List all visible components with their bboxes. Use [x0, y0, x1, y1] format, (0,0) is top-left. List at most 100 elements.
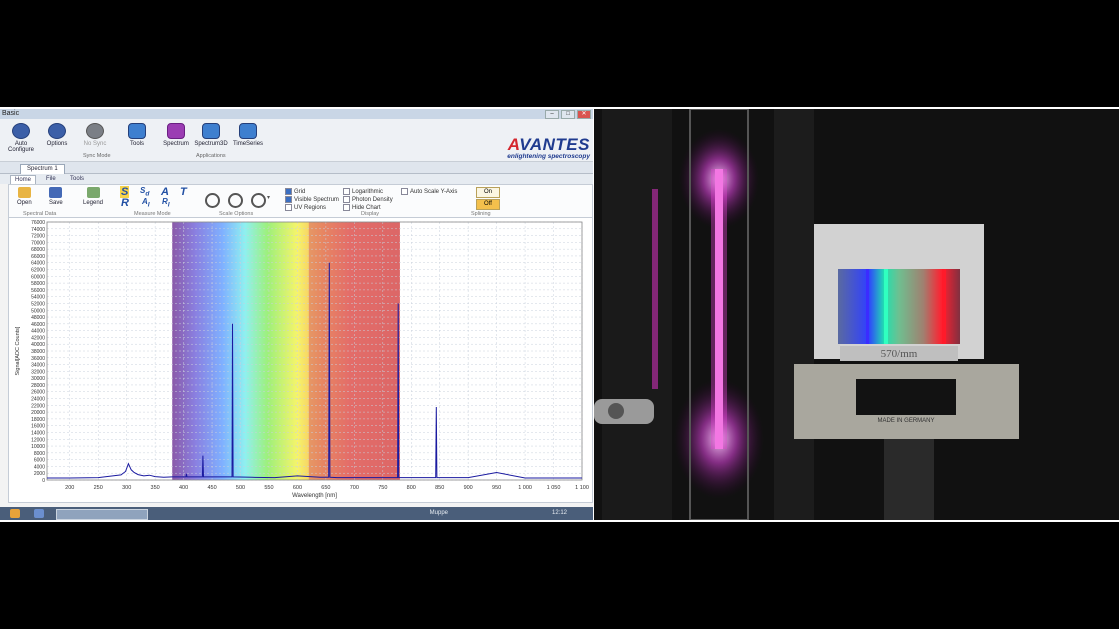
ribbon-tab-tools[interactable]: Tools — [66, 175, 88, 183]
y-tick-label: 44000 — [31, 329, 45, 335]
splining-on-button[interactable]: On — [476, 187, 500, 198]
save-button[interactable]: Save — [49, 187, 63, 206]
timeseries-icon — [239, 123, 257, 139]
y-tick-label: 20000 — [31, 410, 45, 416]
y-tick-label: 76000 — [31, 220, 45, 226]
chevron-down-icon[interactable]: ▾ — [267, 194, 270, 201]
avantes-logo: AVANTES enlightening spectroscopy — [490, 135, 590, 160]
x-tick-label: 950 — [492, 485, 501, 491]
red-line — [942, 269, 946, 344]
logarithmic-label: Logarithmic — [352, 189, 384, 196]
zoom-reset-icon[interactable] — [251, 193, 266, 208]
y-tick-label: 54000 — [31, 295, 45, 301]
spectrum-icon — [167, 123, 185, 139]
auto-scale-label: Auto Scale Y-Axis — [410, 189, 458, 196]
title-bar: Basic – □ ✕ — [0, 109, 593, 119]
x-tick-label: 250 — [94, 485, 103, 491]
ribbon-panel: Open Save Legend Spectral Data S Sd A T … — [8, 184, 593, 218]
tab-spectrum-1[interactable]: Spectrum 1 — [20, 164, 65, 174]
splining-off-button[interactable]: Off — [476, 199, 500, 210]
main-toolbar: Auto Configure Options No Sync Tools Spe… — [0, 119, 593, 162]
reflection-streak — [652, 189, 658, 389]
photon-density-checkbox[interactable]: Photon Density — [343, 196, 393, 203]
y-tick-label: 4000 — [34, 464, 45, 470]
auto-configure-button[interactable]: Auto Configure — [4, 123, 38, 153]
photon-density-label: Photon Density — [352, 197, 393, 204]
visible-spectrum-label: Visible Spectrum — [294, 197, 339, 204]
splining-toggle[interactable]: On Off — [476, 187, 500, 211]
y-tick-label: 22000 — [31, 403, 45, 409]
x-tick-label: 1 000 — [518, 485, 532, 491]
spectrum3d-button[interactable]: Spectrum3D — [194, 123, 228, 147]
y-tick-label: 12000 — [31, 437, 45, 443]
spectrum-chart[interactable]: 0 2000 4000 6000 8000 10000 12000 14000 16000 180… — [8, 217, 593, 503]
save-icon — [49, 187, 63, 198]
ribbon-tab-file[interactable]: File — [42, 175, 60, 183]
grating-stand — [884, 439, 934, 520]
spectrum-chart-svg: 0200040006000800010000120001400016000180… — [15, 220, 589, 499]
checkbox-icon — [343, 188, 350, 195]
y-tick-label: 40000 — [31, 342, 45, 348]
close-button[interactable]: ✕ — [577, 110, 591, 119]
y-tick-label: 58000 — [31, 281, 45, 287]
video-frame: Basic – □ ✕ Auto Configure Options No Sy… — [0, 107, 1119, 522]
mode-scope-dark-button[interactable]: Sd — [140, 186, 149, 198]
checkbox-icon — [343, 204, 350, 211]
maximize-button[interactable]: □ — [561, 110, 575, 119]
lamp-photo: 570/mm MADE IN GERMANY — [594, 109, 1119, 520]
y-tick-label: 10000 — [31, 444, 45, 450]
no-sync-label: No Sync — [83, 141, 107, 147]
language-indicator[interactable]: Muppe — [430, 509, 448, 518]
document-tab-bar: Spectrum 1 — [0, 162, 593, 174]
auto-scale-checkbox[interactable]: Auto Scale Y-Axis — [401, 188, 457, 195]
grid-checkbox[interactable]: Grid — [285, 188, 305, 195]
x-tick-label: 350 — [151, 485, 160, 491]
y-tick-label: 18000 — [31, 417, 45, 423]
logo-brand: VANTES — [519, 135, 590, 154]
mode-relative-irradiance-button[interactable]: RI — [162, 197, 170, 209]
lamp-photo-svg: 570/mm MADE IN GERMANY — [594, 109, 1119, 520]
x-axis-label: Wavelength [nm] — [292, 493, 337, 499]
x-tick-label: 450 — [207, 485, 216, 491]
y-tick-label: 42000 — [31, 335, 45, 341]
tools-button[interactable]: Tools — [120, 123, 154, 147]
uv-regions-checkbox[interactable]: UV Regions — [285, 204, 326, 211]
clamp-screw-icon — [608, 403, 624, 419]
zoom-out-icon[interactable] — [228, 193, 243, 208]
y-tick-label: 34000 — [31, 363, 45, 369]
x-tick-label: 700 — [350, 485, 359, 491]
ribbon-tab-home[interactable]: Home — [10, 175, 37, 184]
y-tick-label: 52000 — [31, 301, 45, 307]
lamp-clamp — [594, 399, 654, 424]
mode-transmittance-button[interactable]: T — [180, 186, 187, 198]
mode-reflectance-button[interactable]: R — [121, 197, 129, 209]
y-tick-label: 56000 — [31, 288, 45, 294]
options-icon — [48, 123, 66, 139]
no-sync-button[interactable]: No Sync — [78, 123, 112, 147]
timeseries-button[interactable]: TimeSeries — [231, 123, 265, 147]
applications-group-label: Applications — [196, 153, 226, 159]
y-tick-label: 2000 — [34, 471, 45, 477]
grating-slot — [856, 379, 956, 415]
open-button[interactable]: Open — [17, 187, 32, 206]
visible-spectrum-checkbox[interactable]: Visible Spectrum — [285, 196, 339, 203]
spectrum3d-label: Spectrum3D — [194, 141, 228, 147]
logarithmic-checkbox[interactable]: Logarithmic — [343, 188, 383, 195]
y-tick-label: 48000 — [31, 315, 45, 321]
y-tick-label: 38000 — [31, 349, 45, 355]
taskbar-app-item[interactable] — [56, 509, 148, 520]
x-tick-label: 900 — [464, 485, 473, 491]
zoom-in-icon[interactable] — [205, 193, 220, 208]
x-tick-label: 1 050 — [547, 485, 561, 491]
start-icon[interactable] — [10, 509, 20, 518]
mode-absolute-irradiance-button[interactable]: AI — [142, 197, 150, 209]
logo-accent: A — [507, 135, 520, 154]
spectrum-button[interactable]: Spectrum — [159, 123, 193, 147]
minimize-button[interactable]: – — [545, 110, 559, 119]
uv-regions-label: UV Regions — [294, 205, 327, 212]
grid-label: Grid — [294, 189, 306, 196]
legend-button[interactable]: Legend — [83, 187, 103, 206]
legend-icon — [86, 187, 100, 198]
folder-icon[interactable] — [34, 509, 44, 518]
options-button[interactable]: Options — [40, 123, 74, 147]
